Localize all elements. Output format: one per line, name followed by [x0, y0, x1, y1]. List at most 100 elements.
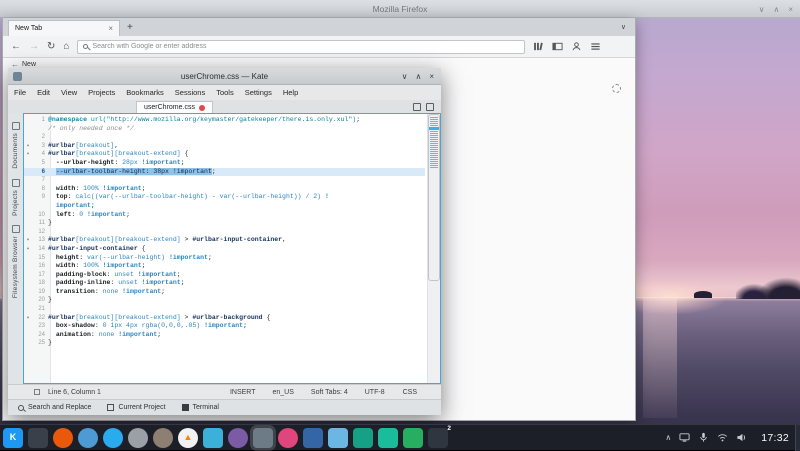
- document-tab[interactable]: userChrome.css: [136, 101, 213, 113]
- code-line: 25}: [24, 339, 425, 348]
- taskbar-app-app-lightblue[interactable]: [328, 428, 348, 448]
- taskbar-apps: K ▲ 2: [3, 428, 448, 448]
- taskbar-app-app-dark[interactable]: 2: [428, 428, 448, 448]
- minimize-icon[interactable]: ∨: [759, 5, 765, 14]
- menu-hamburger-icon[interactable]: [590, 41, 601, 52]
- firefox-nav-bar: ← → ↻ ⌂: [3, 36, 635, 58]
- home-icon[interactable]: ⌂: [63, 42, 69, 52]
- encoding[interactable]: UTF-8: [365, 389, 385, 396]
- forward-icon[interactable]: →: [29, 42, 39, 52]
- taskbar-app-telegram[interactable]: [103, 428, 123, 448]
- network-wifi-icon[interactable]: [717, 432, 728, 443]
- minimap-slider[interactable]: [428, 114, 440, 281]
- library-icon[interactable]: [533, 41, 544, 52]
- kate-status-bar: Line 6, Column 1 INSERT en_US Soft Tabs:…: [8, 384, 441, 399]
- document-list-icon[interactable]: [426, 103, 434, 111]
- code-line: ▾14#urlbar-input-container {: [24, 245, 425, 254]
- taskbar-app-app-blue[interactable]: [303, 428, 323, 448]
- maximize-icon[interactable]: ∧: [415, 72, 421, 81]
- menu-item-view[interactable]: View: [61, 88, 77, 97]
- wallpaper-sun-reflection: [643, 298, 677, 418]
- taskbar-app-vlc[interactable]: ▲: [178, 428, 198, 448]
- kate-titlebar[interactable]: userChrome.css — Kate ∨ ∧ ×: [8, 68, 441, 85]
- close-icon[interactable]: ×: [788, 5, 793, 14]
- menu-item-projects[interactable]: Projects: [88, 88, 115, 97]
- kate-toolview-bar: Search and Replace Current Project Termina…: [8, 399, 441, 415]
- reload-icon[interactable]: ↻: [47, 42, 55, 52]
- taskbar-app-app-green[interactable]: [403, 428, 423, 448]
- statusbar-mode-icon: [34, 389, 40, 395]
- menu-item-edit[interactable]: Edit: [37, 88, 50, 97]
- tab-close-icon[interactable]: [199, 105, 205, 111]
- newtab-settings-gear-icon[interactable]: [612, 84, 621, 93]
- menu-item-help[interactable]: Help: [283, 88, 298, 97]
- toolview-search-and-replace[interactable]: Search and Replace: [18, 404, 91, 411]
- code-line: 24 animation: none !important;: [24, 331, 425, 340]
- taskbar-app-app-pink[interactable]: [278, 428, 298, 448]
- kate-window-title: userChrome.css — Kate: [8, 72, 441, 81]
- sidebar-tab-projects[interactable]: Projects: [12, 174, 20, 221]
- indent-mode[interactable]: Soft Tabs: 4: [311, 389, 348, 396]
- cursor-position[interactable]: Line 6, Column 1: [48, 389, 101, 396]
- syntax-highlight-mode[interactable]: CSS: [403, 389, 417, 396]
- minimize-icon[interactable]: ∨: [402, 72, 408, 81]
- list-all-tabs-icon[interactable]: ∨: [621, 23, 626, 31]
- taskbar-app-app-gray[interactable]: [128, 428, 148, 448]
- editor-view[interactable]: 1@namespace url("http://www.mozilla.org/…: [23, 113, 441, 384]
- volume-icon[interactable]: [736, 432, 747, 443]
- taskbar-app-kate[interactable]: [253, 428, 273, 448]
- clock[interactable]: 17:32: [761, 432, 789, 444]
- sidebar-tab-filesystem-browser[interactable]: Filesystem Browser: [12, 220, 20, 303]
- firefox-window-title: Mozilla Firefox: [373, 4, 428, 14]
- account-icon[interactable]: [571, 41, 582, 52]
- code-line: ▾13#urlbar[breakout][breakout-extend] > …: [24, 236, 425, 245]
- kate-window[interactable]: userChrome.css — Kate ∨ ∧ × File Edit View…: [8, 68, 441, 415]
- input-mode[interactable]: INSERT: [230, 389, 256, 396]
- close-icon[interactable]: ×: [429, 72, 434, 81]
- kate-side-rail: DocumentsProjectsFilesystem Browser: [8, 113, 23, 384]
- microphone-icon[interactable]: [698, 432, 709, 443]
- back-icon[interactable]: ←: [11, 42, 21, 52]
- code-line: 2: [24, 133, 425, 142]
- maximize-icon[interactable]: ∧: [773, 5, 779, 14]
- badge: 2: [447, 425, 451, 432]
- code-line: 9 top: calc((var(--urlbar-toolbar-height…: [24, 193, 425, 202]
- scrollbar-minimap[interactable]: [427, 114, 440, 383]
- taskbar-app-gimp[interactable]: [153, 428, 173, 448]
- code-area[interactable]: 1@namespace url("http://www.mozilla.org/…: [24, 114, 440, 383]
- sidebar-tab-documents[interactable]: Documents: [12, 117, 20, 174]
- taskbar-app-krita[interactable]: [203, 428, 223, 448]
- menu-item-settings[interactable]: Settings: [245, 88, 272, 97]
- tray-expander-icon[interactable]: ∧: [665, 433, 671, 442]
- projects-icon: [12, 179, 20, 187]
- url-input[interactable]: [92, 43, 519, 50]
- taskbar-app-chromium[interactable]: [78, 428, 98, 448]
- tab-new-tab[interactable]: New Tab ×: [8, 20, 120, 36]
- taskbar-app-app-teal[interactable]: [353, 428, 373, 448]
- sidebar-toggle-icon[interactable]: [552, 41, 563, 52]
- taskbar-app-virtual-desktop-pager[interactable]: [28, 428, 48, 448]
- dictionary[interactable]: en_US: [273, 389, 294, 396]
- menu-item-sessions[interactable]: Sessions: [175, 88, 205, 97]
- tab-close-icon[interactable]: ×: [108, 24, 113, 33]
- new-tab-button[interactable]: +: [120, 22, 140, 33]
- show-desktop-button[interactable]: [795, 425, 800, 451]
- toolview-current-project[interactable]: Current Project: [107, 404, 165, 411]
- display-icon[interactable]: [679, 432, 690, 443]
- taskbar-app-app-teal-2[interactable]: [378, 428, 398, 448]
- toolview-terminal[interactable]: Terminal: [182, 404, 219, 411]
- url-bar[interactable]: [77, 40, 525, 54]
- menu-item-tools[interactable]: Tools: [216, 88, 234, 97]
- menu-item-bookmarks[interactable]: Bookmarks: [126, 88, 164, 97]
- menu-item-file[interactable]: File: [14, 88, 26, 97]
- kate-tab-bar: userChrome.css: [8, 100, 441, 113]
- system-tray: ∧ 17:32: [665, 432, 795, 444]
- firefox-titlebar[interactable]: Mozilla Firefox ∨ ∧ ×: [0, 0, 800, 18]
- taskbar-app-application-launcher[interactable]: K: [3, 428, 23, 448]
- tab-label: New Tab: [15, 25, 42, 32]
- taskbar-app-firefox[interactable]: [53, 428, 73, 448]
- terminal-icon: [182, 404, 189, 411]
- code-line: 1@namespace url("http://www.mozilla.org/…: [24, 116, 425, 125]
- taskbar-app-app-purple[interactable]: [228, 428, 248, 448]
- open-document-icon[interactable]: [413, 103, 421, 111]
